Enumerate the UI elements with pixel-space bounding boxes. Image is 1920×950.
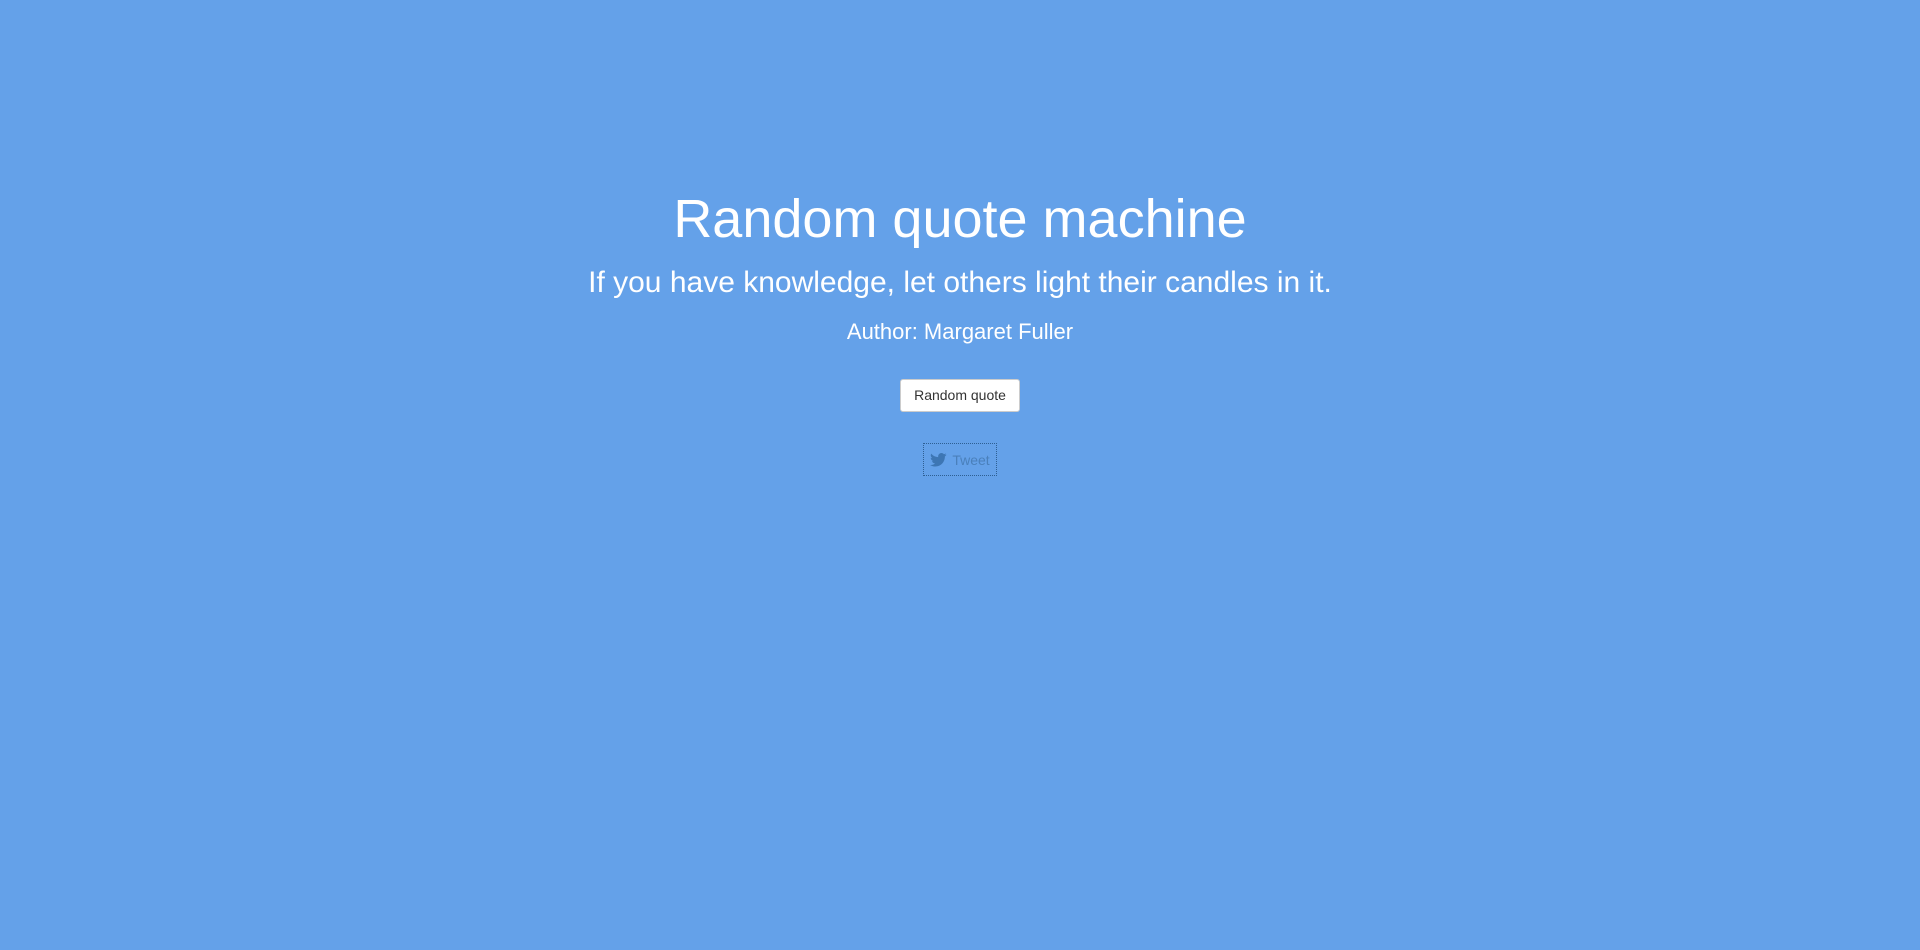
twitter-icon	[930, 452, 947, 467]
quote-author: Author: Margaret Fuller	[846, 319, 1074, 344]
tweet-button[interactable]: Tweet	[923, 443, 997, 476]
page-title: Random quote machine	[673, 189, 1247, 249]
tweet-label: Tweet	[952, 451, 990, 468]
random-quote-button[interactable]: Random quote	[900, 379, 1020, 412]
quote-text: If you have knowledge, let others light …	[588, 266, 1332, 299]
